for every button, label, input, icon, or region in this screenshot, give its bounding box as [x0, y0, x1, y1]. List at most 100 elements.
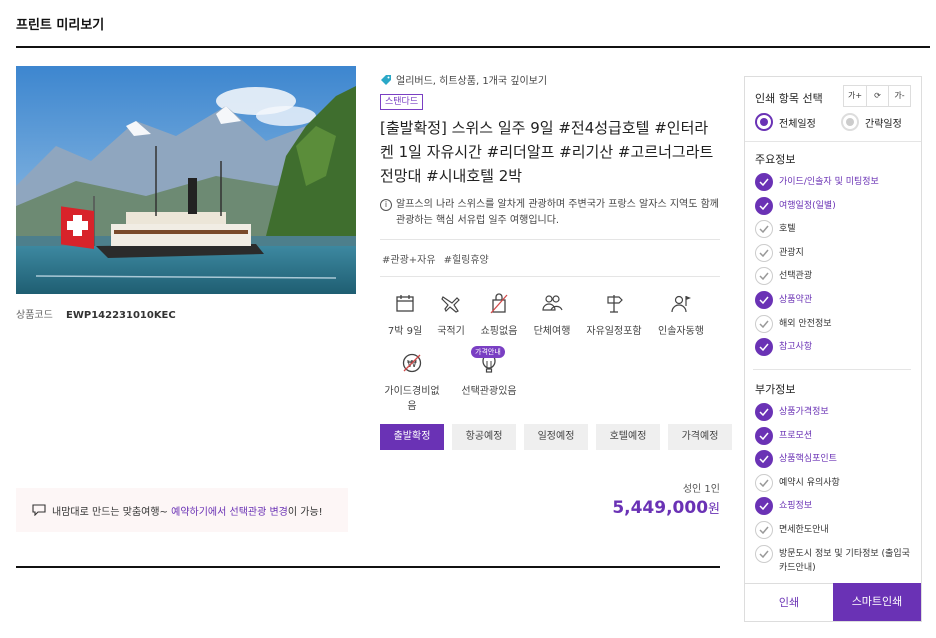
hashtag[interactable]: #관광+자유 — [382, 251, 436, 266]
divider — [380, 276, 720, 277]
checkbox-item[interactable]: 상품가격정보 — [755, 403, 915, 421]
radio-label: 간략일정 — [865, 118, 902, 130]
smart-print-button[interactable]: 스마트인쇄 — [833, 583, 921, 621]
hashtag-list: #관광+자유 #힐링휴양 — [382, 251, 489, 266]
checkbox-label: 방문도시 정보 및 기타정보 (출입국카드안내) — [779, 548, 910, 573]
extra-info-title: 부가정보 — [755, 383, 796, 396]
price-info-badge[interactable]: 가격안내 — [471, 346, 505, 358]
feature-label: 인솔자동행 — [658, 326, 704, 337]
checkbox-label: 프로모션 — [779, 430, 813, 441]
product-title: [출발확정] 스위스 일주 9일 #전4성급호텔 #인터라켄 1일 자유시간 #… — [380, 119, 714, 185]
checkbox-label: 상품가격정보 — [779, 407, 829, 417]
font-increase-button[interactable]: 가+ — [844, 86, 866, 106]
price-label: 성인 1인 — [682, 484, 720, 495]
divider — [380, 239, 720, 240]
shopping-bag-crossed-icon — [490, 293, 508, 314]
feature-no-guide-fee: ₩ 가이드경비없음 — [380, 352, 444, 412]
checkbox-label: 상품약관 — [779, 295, 813, 305]
checkbox-item[interactable]: 선택관광 — [755, 267, 915, 286]
checkbox-label: 쇼핑정보 — [779, 501, 813, 512]
unchecked-icon[interactable] — [755, 243, 773, 262]
checkbox-label: 관광지 — [779, 247, 804, 258]
checked-icon[interactable] — [755, 450, 773, 469]
panel-divider — [745, 141, 921, 142]
product-tags: 얼리버드, 히트상품, 1개국 깊이보기 — [380, 72, 547, 87]
feature-group-tour: 단체여행 — [520, 292, 584, 337]
feature-optional-tour: 가격안내 선택관광있음 — [457, 346, 521, 397]
main-info-title: 주요정보 — [755, 153, 796, 166]
print-button[interactable]: 인쇄 — [745, 583, 833, 621]
checked-icon[interactable] — [755, 196, 773, 215]
unchecked-icon[interactable] — [755, 314, 773, 333]
status-departure-confirmed-button[interactable]: 출발확정 — [380, 424, 444, 450]
feature-label: 단체여행 — [533, 326, 571, 337]
price-value: 5,449,000원 — [560, 498, 720, 518]
status-button-group: 출발확정 항공예정 일정예정 호텔예정 가격예정 — [380, 424, 732, 450]
checked-icon[interactable] — [755, 173, 773, 191]
unchecked-icon[interactable] — [755, 473, 773, 492]
checked-icon[interactable] — [755, 291, 773, 309]
bottom-divider — [16, 566, 720, 568]
checkbox-label: 면세한도안내 — [779, 525, 829, 535]
checked-icon[interactable] — [755, 497, 773, 516]
lake-steamship-image — [16, 66, 356, 294]
status-schedule-button[interactable]: 일정예정 — [524, 424, 588, 450]
checked-icon[interactable] — [755, 403, 773, 421]
radio-label: 전체일정 — [779, 118, 816, 130]
calendar-icon — [396, 295, 414, 312]
checkbox-item[interactable]: 쇼핑정보 — [755, 497, 915, 516]
unchecked-icon[interactable] — [755, 220, 773, 239]
checkbox-item[interactable]: 가이드/인솔자 및 미팅정보 — [755, 173, 915, 191]
guide-person-icon — [671, 295, 691, 313]
checked-icon[interactable] — [755, 426, 773, 445]
grade-badge: 스탠다드 — [380, 94, 424, 110]
product-code-label: 상품코드 — [16, 310, 53, 321]
radio-brief-schedule[interactable]: 간략일정 — [841, 113, 902, 131]
checkbox-item[interactable]: 호텔 — [755, 220, 915, 239]
product-code: 상품코드 EWP142231010KEC — [16, 306, 176, 321]
price-unit: 원 — [708, 502, 720, 517]
checkbox-item[interactable]: 관광지 — [755, 243, 915, 262]
checkbox-label: 여행일정(일별) — [779, 200, 836, 211]
radio-selected-icon[interactable] — [755, 113, 773, 131]
panel-title: 인쇄 항목 선택 — [755, 92, 823, 105]
product-description-text: 알프스의 나라 스위스를 알차게 관광하며 주변국가 프랑스 알자스 지역도 함… — [396, 199, 720, 226]
checkbox-item[interactable]: 여행일정(일별) — [755, 196, 915, 215]
group-icon — [542, 295, 563, 311]
checkbox-item[interactable]: 상품약관 — [755, 291, 915, 309]
airplane-icon — [441, 296, 460, 313]
checkbox-item[interactable]: 면세한도안내 — [755, 521, 915, 539]
unchecked-icon[interactable] — [755, 267, 773, 286]
checkbox-item[interactable]: 상품핵심포인트 — [755, 450, 915, 469]
page-title: 프린트 미리보기 — [16, 18, 105, 33]
panel-divider — [753, 369, 911, 370]
feature-label: 가이드경비없음 — [384, 386, 440, 412]
checkbox-label: 예약시 유의사항 — [779, 477, 840, 488]
radio-full-schedule[interactable]: 전체일정 — [755, 113, 816, 131]
signpost-icon — [607, 295, 623, 313]
unchecked-icon[interactable] — [755, 521, 773, 539]
checkbox-item[interactable]: 방문도시 정보 및 기타정보 (출입국카드안내) — [755, 544, 915, 575]
title-divider — [16, 46, 930, 48]
checked-icon[interactable] — [755, 338, 773, 357]
feature-tour-leader: 인솔자동행 — [649, 292, 713, 337]
checkbox-item[interactable]: 예약시 유의사항 — [755, 473, 915, 492]
status-price-button[interactable]: 가격예정 — [668, 424, 732, 450]
font-decrease-button[interactable]: 가- — [888, 86, 910, 106]
checkbox-item[interactable]: 참고사항 — [755, 338, 915, 357]
feature-free-schedule: 자유일정포함 — [582, 292, 646, 337]
svg-text:₩: ₩ — [407, 359, 417, 370]
checkbox-item[interactable]: 해외 안전정보 — [755, 314, 915, 333]
tag-icon — [381, 74, 391, 85]
checkbox-label: 선택관광 — [779, 271, 813, 282]
font-reset-button[interactable]: ⟳ — [866, 86, 888, 106]
custom-trip-notice: 내맘대로 만드는 맞춤여행~ 예약하기에서 선택관광 변경이 가능! — [16, 488, 348, 532]
status-flight-button[interactable]: 항공예정 — [452, 424, 516, 450]
unchecked-icon[interactable] — [755, 544, 773, 563]
checkbox-item[interactable]: 프로모션 — [755, 426, 915, 445]
status-hotel-button[interactable]: 호텔예정 — [596, 424, 660, 450]
feature-label: 자유일정포함 — [586, 326, 642, 337]
checkbox-label: 호텔 — [779, 224, 796, 235]
radio-unselected-icon[interactable] — [841, 113, 859, 131]
hashtag[interactable]: #힐링휴양 — [444, 251, 489, 266]
